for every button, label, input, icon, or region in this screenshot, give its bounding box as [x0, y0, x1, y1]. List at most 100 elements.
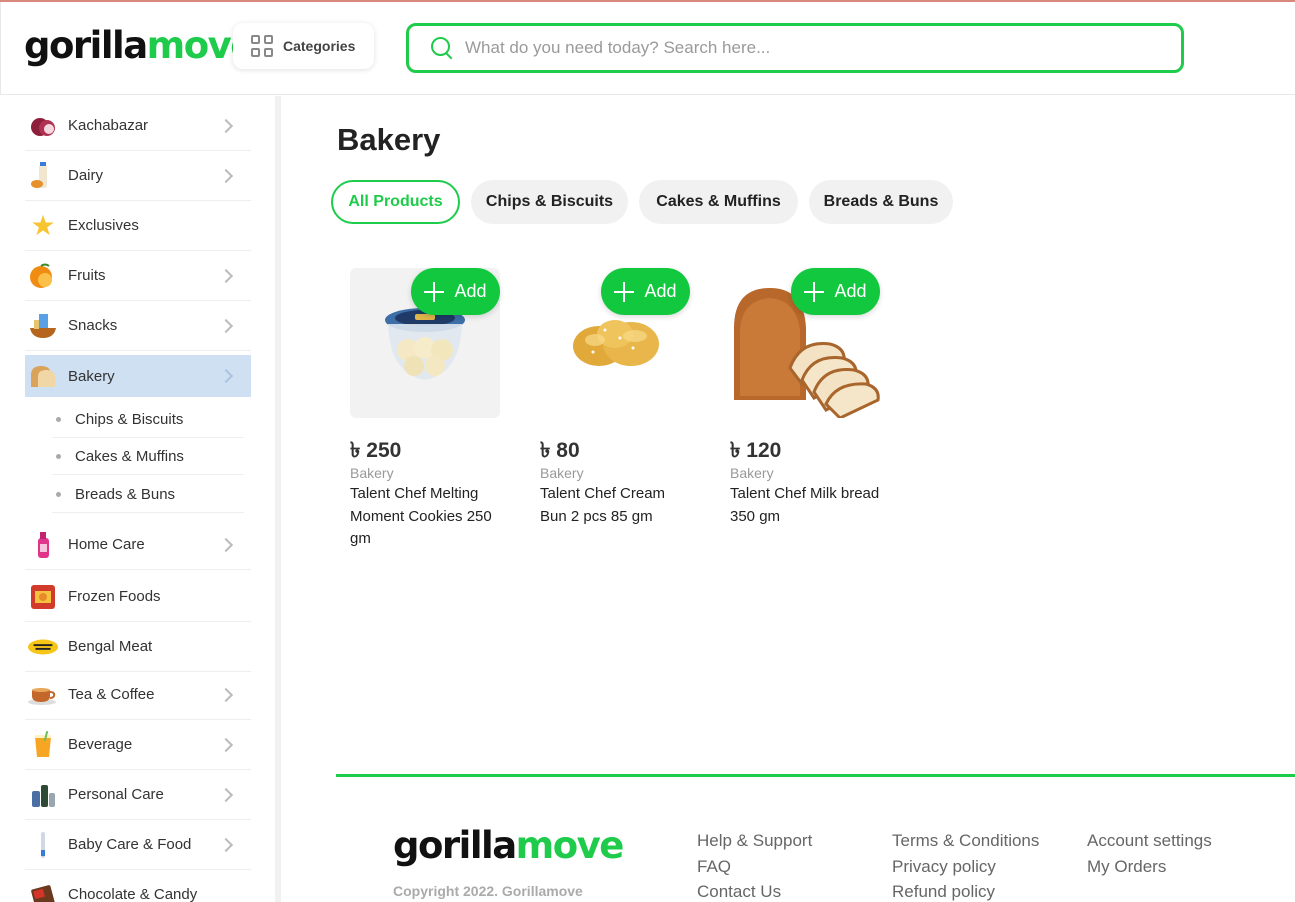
milk-bottle-icon [28, 161, 58, 191]
juice-glass-icon [28, 730, 58, 760]
chevron-right-icon [218, 318, 234, 333]
bengal-meat-logo-icon [28, 632, 58, 662]
footer-link-refund[interactable]: Refund policy [892, 882, 995, 902]
footer-link-privacy[interactable]: Privacy policy [892, 857, 996, 877]
product-price: ৳ 120 [730, 439, 782, 462]
sidebar-item-fruits[interactable]: Fruits [25, 251, 251, 301]
onion-icon [28, 111, 58, 141]
sidebar-item-personal-care[interactable]: Personal Care [25, 770, 251, 820]
sidebar-item-snacks[interactable]: Snacks [25, 301, 251, 351]
sidebar-item-frozen-foods[interactable]: Frozen Foods [25, 572, 251, 622]
sidebar-item-bengal-meat[interactable]: Bengal Meat [25, 622, 251, 672]
sidebar: Kachabazar Dairy ★ Exclusives Fruits Sna… [0, 96, 281, 902]
sidebar-item-label: Baby Care & Food [68, 836, 192, 853]
logo[interactable]: gorillamove [24, 22, 255, 70]
sidebar-item-chocolate-candy[interactable]: Chocolate & Candy [25, 870, 251, 902]
product-card[interactable]: Add ৳ 250 Bakery Talent Chef Melting Mom… [350, 268, 502, 558]
product-price: ৳ 80 [540, 439, 580, 462]
bread-icon [28, 361, 58, 391]
add-to-cart-button[interactable]: Add [601, 268, 690, 315]
sidebar-item-label: Beverage [68, 736, 133, 753]
product-name[interactable]: Talent Chef Milk bread 350 gm [730, 483, 882, 528]
add-to-cart-button[interactable]: Add [411, 268, 500, 315]
tab-chips-biscuits[interactable]: Chips & Biscuits [471, 180, 628, 224]
snack-bowl-icon [28, 311, 58, 341]
sidebar-item-tea-coffee[interactable]: Tea & Coffee [25, 670, 251, 720]
sidebar-item-label: Bengal Meat [68, 638, 153, 655]
orange-icon [28, 261, 58, 291]
sidebar-item-label: Bakery [68, 367, 115, 385]
grid-icon [251, 35, 273, 57]
chevron-right-icon [218, 737, 234, 752]
sidebar-item-beverage[interactable]: Beverage [25, 720, 251, 770]
sidebar-item-label: Snacks [68, 317, 118, 334]
tab-cakes-muffins[interactable]: Cakes & Muffins [639, 180, 798, 224]
sidebar-item-exclusives[interactable]: ★ Exclusives [25, 201, 251, 251]
tab-breads-buns[interactable]: Breads & Buns [809, 180, 953, 224]
bullet-dot [56, 453, 61, 459]
footer-link-help-support[interactable]: Help & Support [697, 831, 812, 851]
bullet-dot [56, 491, 61, 497]
sidebar-item-baby-care-food[interactable]: Baby Care & Food [25, 820, 251, 870]
bullet-dot [56, 416, 61, 422]
search-input[interactable] [465, 38, 1165, 58]
page-title: Bakery [337, 122, 441, 157]
sidebar-subitem-label: Cakes & Muffins [75, 447, 184, 465]
frozen-pack-icon [28, 582, 58, 612]
chevron-right-icon [218, 368, 234, 384]
chevron-right-icon [218, 168, 234, 183]
detergent-bottle-icon [28, 530, 58, 560]
plus-icon [424, 281, 445, 302]
baby-bottle-icon [28, 830, 58, 860]
categories-label: Categories [283, 38, 356, 54]
chevron-right-icon [218, 118, 234, 133]
chevron-right-icon [218, 837, 234, 852]
sidebar-item-dairy[interactable]: Dairy [25, 151, 251, 201]
search-bar[interactable] [406, 23, 1184, 73]
search-icon[interactable] [431, 37, 453, 59]
footer-link-my-orders[interactable]: My Orders [1087, 857, 1166, 877]
product-category: Bakery [540, 465, 584, 481]
sidebar-item-kachabazar[interactable]: Kachabazar [25, 101, 251, 151]
product-category: Bakery [730, 465, 774, 481]
sidebar-item-bakery[interactable]: Bakery [25, 355, 251, 397]
product-name[interactable]: Talent Chef Melting Moment Cookies 250 g… [350, 483, 502, 551]
footer-link-account-settings[interactable]: Account settings [1087, 831, 1212, 851]
footer-link-terms[interactable]: Terms & Conditions [892, 831, 1039, 851]
sidebar-subitem-breads-buns[interactable]: Breads & Buns [52, 476, 244, 513]
copyright-text: Copyright 2022. Gorillamove [393, 883, 583, 899]
sidebar-item-label: Tea & Coffee [68, 686, 155, 703]
tea-cup-icon [28, 680, 58, 710]
footer-link-faq[interactable]: FAQ [697, 857, 731, 877]
sidebar-item-label: Chocolate & Candy [68, 886, 198, 902]
tab-all-products[interactable]: All Products [331, 180, 460, 224]
product-price: ৳ 250 [350, 439, 402, 462]
sidebar-item-label: Kachabazar [68, 117, 149, 134]
sidebar-item-label: Fruits [68, 267, 106, 284]
product-card[interactable]: Add ৳ 80 Bakery Talent Chef Cream Bun 2 … [540, 268, 692, 558]
chevron-right-icon [218, 687, 234, 702]
categories-button[interactable]: Categories [233, 23, 374, 69]
star-icon: ★ [30, 209, 56, 241]
sidebar-item-label: Frozen Foods [68, 588, 161, 605]
add-to-cart-button[interactable]: Add [791, 268, 880, 315]
chevron-right-icon [218, 787, 234, 802]
footer-logo[interactable]: gorillamove [393, 822, 624, 870]
sidebar-item-home-care[interactable]: Home Care [25, 520, 251, 570]
product-card[interactable]: Add ৳ 120 Bakery Talent Chef Milk bread … [730, 268, 882, 558]
product-category: Bakery [350, 465, 394, 481]
sidebar-item-label: Dairy [68, 167, 104, 184]
footer-link-contact-us[interactable]: Contact Us [697, 882, 781, 902]
footer-divider [336, 774, 1295, 777]
sidebar-item-label: Home Care [68, 536, 145, 553]
chevron-right-icon [218, 268, 234, 283]
header: gorillamove Categories [0, 2, 1295, 95]
plus-icon [804, 281, 825, 302]
sidebar-subitem-chips-biscuits[interactable]: Chips & Biscuits [52, 401, 244, 438]
product-name[interactable]: Talent Chef Cream Bun 2 pcs 85 gm [540, 483, 692, 528]
sidebar-subitem-cakes-muffins[interactable]: Cakes & Muffins [52, 438, 244, 475]
chevron-right-icon [218, 537, 234, 552]
sidebar-subitem-label: Breads & Buns [75, 485, 176, 503]
sidebar-item-label: Personal Care [68, 786, 164, 803]
chocolate-icon [28, 880, 58, 902]
